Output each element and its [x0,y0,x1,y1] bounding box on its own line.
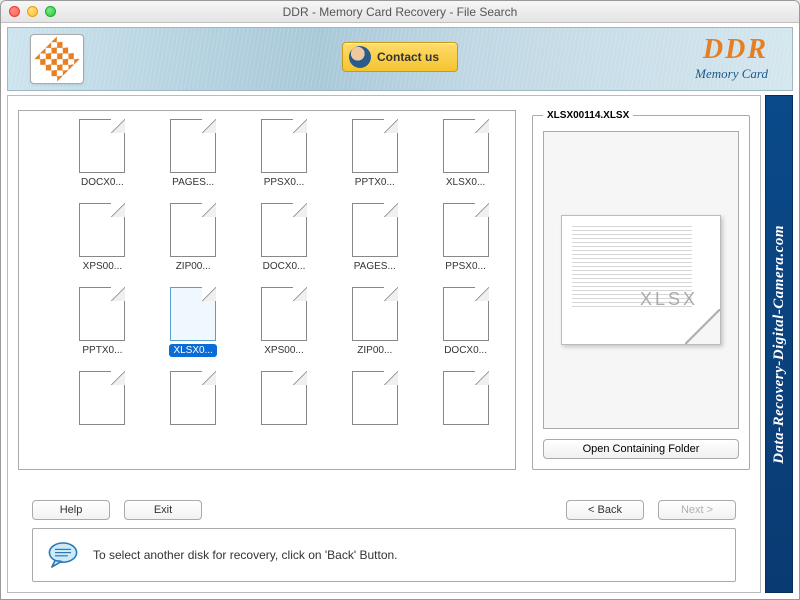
file-label [462,428,470,430]
main-panel: DOCX0... PAGES... PPSX0... PPTX0... XLSX0...… [7,95,761,593]
file-label: XLSX0... [442,176,489,189]
file-item[interactable]: PPSX0... [422,197,509,275]
open-containing-folder-button[interactable]: Open Containing Folder [543,439,739,459]
file-icon [259,115,309,173]
file-browser: DOCX0... PAGES... PPSX0... PPTX0... XLSX0...… [18,110,516,470]
file-label [98,428,106,430]
file-icon [350,199,400,257]
preview-filename: XLSX00114.XLSX [543,110,633,121]
document-preview-icon: XLSX [561,215,721,345]
logo-pattern-icon [34,36,79,81]
file-icon [77,115,127,173]
file-icon [168,115,218,173]
file-label: XPS00... [260,344,307,357]
file-item[interactable]: PAGES... [331,197,418,275]
file-icon [77,367,127,425]
minimize-icon[interactable] [27,6,38,17]
file-item[interactable]: DOCX0... [241,197,328,275]
person-icon [349,46,371,68]
file-label: PPTX0... [351,176,399,189]
file-item[interactable]: XPS00... [241,281,328,359]
file-icon [259,283,309,341]
file-item[interactable]: PAGES... [150,113,237,191]
file-icon [350,367,400,425]
file-label [189,428,197,430]
file-label: PAGES... [168,176,218,189]
hint-box: To select another disk for recovery, cli… [32,528,736,582]
file-item[interactable] [150,365,237,432]
file-label: DOCX0... [259,260,310,273]
contact-us-button[interactable]: Contact us [342,42,458,72]
file-item[interactable] [422,365,509,432]
file-icon [168,199,218,257]
file-label: ZIP00... [353,344,396,357]
file-icon [441,283,491,341]
side-banner-text: Data-Recovery-Digital-Camera.com [771,225,788,464]
exit-button[interactable]: Exit [124,500,202,520]
file-item[interactable]: DOCX0... [59,113,146,191]
file-item[interactable]: XPS00... [59,197,146,275]
side-banner[interactable]: Data-Recovery-Digital-Camera.com [765,95,793,593]
app-window: DDR - Memory Card Recovery - File Search… [0,0,800,600]
file-icon [441,199,491,257]
preview-thumbnail: XLSX [543,131,739,429]
file-scroll[interactable]: DOCX0... PAGES... PPSX0... PPTX0... XLSX0...… [18,110,516,470]
file-item[interactable]: ZIP00... [331,281,418,359]
contact-label: Contact us [377,50,439,64]
file-grid: DOCX0... PAGES... PPSX0... PPTX0... XLSX0...… [59,111,509,432]
file-icon [350,115,400,173]
file-item[interactable]: DOCX0... [422,281,509,359]
file-label [280,428,288,430]
file-icon [259,199,309,257]
help-button[interactable]: Help [32,500,110,520]
next-button: Next > [658,500,736,520]
file-label: PAGES... [350,260,400,273]
brand-main: DDR [695,36,768,64]
file-label: PPTX0... [78,344,126,357]
preview-ext: XLSX [640,289,698,310]
file-icon [259,367,309,425]
file-item[interactable]: ZIP00... [150,197,237,275]
file-label: DOCX0... [440,344,491,357]
window-title: DDR - Memory Card Recovery - File Search [1,5,799,19]
content-row: DOCX0... PAGES... PPSX0... PPTX0... XLSX0...… [1,91,799,599]
preview-group: XLSX00114.XLSX XLSX Open Containing Fold… [532,110,750,470]
file-item[interactable] [241,365,328,432]
file-label: XLSX0... [169,344,216,357]
file-item[interactable]: PPTX0... [59,281,146,359]
file-item[interactable]: XLSX0... [422,113,509,191]
file-icon [441,367,491,425]
maximize-icon[interactable] [45,6,56,17]
bottom-button-row: Help Exit < Back Next > [18,500,750,520]
file-item[interactable]: PPSX0... [241,113,328,191]
header-band: Contact us DDR Memory Card [7,27,793,91]
app-logo[interactable] [30,34,84,84]
hint-text: To select another disk for recovery, cli… [93,548,398,562]
file-label: ZIP00... [172,260,215,273]
file-icon [350,283,400,341]
file-label: PPSX0... [441,260,490,273]
window-controls [9,6,56,17]
file-item[interactable]: PPTX0... [331,113,418,191]
file-label: DOCX0... [77,176,128,189]
close-icon[interactable] [9,6,20,17]
brand-block: DDR Memory Card [695,36,768,82]
file-icon [77,199,127,257]
file-item[interactable]: XLSX0... [150,281,237,359]
file-icon [168,283,218,341]
file-icon [168,367,218,425]
back-button[interactable]: < Back [566,500,644,520]
file-icon [77,283,127,341]
brand-sub: Memory Card [695,66,768,82]
file-item[interactable] [59,365,146,432]
upper-row: DOCX0... PAGES... PPSX0... PPTX0... XLSX0...… [18,110,750,470]
speech-bubble-icon [47,541,79,569]
file-label: PPSX0... [260,176,309,189]
file-label: XPS00... [79,260,126,273]
file-item[interactable] [331,365,418,432]
file-label [371,428,379,430]
titlebar: DDR - Memory Card Recovery - File Search [1,1,799,23]
file-icon [441,115,491,173]
